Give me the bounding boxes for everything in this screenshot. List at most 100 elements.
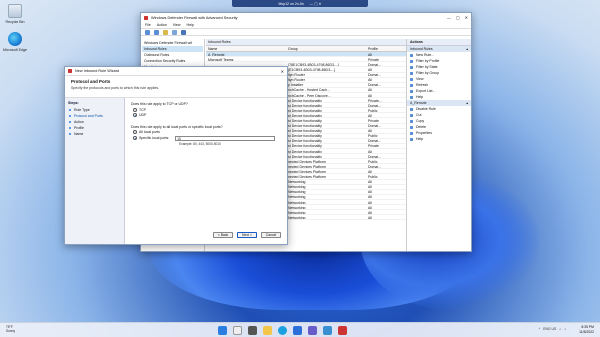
wizard-titlebar: New Inbound Rule Wizard ✕ xyxy=(65,67,287,76)
table-cell: nchCache - Hosted Cach... xyxy=(288,88,331,92)
table-cell: st Device functionality xyxy=(288,119,322,123)
chevron-up-icon[interactable]: ^ xyxy=(539,327,541,331)
ports-question: Does this rule apply to all local ports … xyxy=(131,124,223,129)
col-group[interactable]: Group xyxy=(286,46,366,51)
radio-circle[interactable] xyxy=(133,107,137,112)
wizard-buttons: < Back Next > Cancel xyxy=(213,232,281,238)
properties-icon[interactable] xyxy=(172,30,177,35)
close-icon[interactable]: ✕ xyxy=(281,69,284,74)
table-cell: Networking xyxy=(288,180,306,184)
task-view-icon[interactable] xyxy=(248,326,257,335)
table-cell: p Installer xyxy=(288,83,304,87)
table-cell: All xyxy=(368,190,372,194)
radio-circle[interactable] xyxy=(133,130,137,134)
ports-input[interactable]: 10 xyxy=(175,135,276,141)
table-cell: Networking xyxy=(288,200,306,205)
settings-icon[interactable] xyxy=(323,326,332,335)
firewall-icon xyxy=(144,15,148,20)
table-cell: Domai... xyxy=(368,62,382,67)
collapse-arrow-icon[interactable]: ▴ xyxy=(466,101,468,105)
help-icon[interactable] xyxy=(181,30,186,35)
radio-circle-selected[interactable] xyxy=(133,113,137,117)
table-cell: Microsoft Teams xyxy=(208,57,234,62)
table-cell: nected Devices Platform xyxy=(288,159,326,164)
table-cell: st Device functionality xyxy=(288,154,322,159)
table-cell: All xyxy=(368,93,372,98)
firewall-titlebar: Windows Defender Firewall with Advanced … xyxy=(141,13,471,22)
table-cell: Private xyxy=(368,144,379,148)
actions-list-rule: Disable Rule Cut Copy Delete Properties Help xyxy=(407,106,471,142)
search-icon[interactable] xyxy=(233,326,242,335)
table-cell: All xyxy=(368,149,372,154)
remote-session-controls[interactable]: — ▢ ✕ xyxy=(310,2,322,6)
desktop-icon-recycle-bin[interactable]: Recycle Bin xyxy=(2,4,28,24)
ports-example: Example: 80, 443, 5000-5010 xyxy=(179,142,221,146)
weather-widget[interactable]: 75°F Sunny xyxy=(6,325,15,333)
rules-section-title: Inbound Rules xyxy=(206,39,407,46)
close-icon[interactable]: ✕ xyxy=(465,15,468,20)
wizard-header: Protocol and Ports Specify the protocols… xyxy=(65,76,287,98)
table-cell: All xyxy=(368,52,372,57)
col-profile[interactable]: Profile xyxy=(366,46,406,51)
remote-session-bar[interactable]: Mvp12 on 2n-5n — ▢ ✕ xyxy=(232,0,368,7)
edge-icon[interactable] xyxy=(278,326,287,335)
collapse-arrow-icon[interactable]: ▴ xyxy=(466,47,468,51)
radio-circle-selected[interactable] xyxy=(133,136,137,140)
menu-action[interactable]: Action xyxy=(157,23,167,27)
col-name[interactable]: Name xyxy=(206,46,286,51)
back-button[interactable]: < Back xyxy=(213,232,233,238)
table-cell: Networking xyxy=(288,215,306,220)
volume-icon[interactable]: ♪ xyxy=(564,327,566,331)
radio-specific-ports[interactable]: Specific local ports: 10 xyxy=(133,135,281,141)
actions-list-inbound: New Rule... Filter by Profile Filter by St… xyxy=(407,52,471,100)
table-cell: All xyxy=(368,205,372,210)
menu-file[interactable]: File xyxy=(145,23,151,27)
start-icon[interactable] xyxy=(218,326,227,335)
tray-language[interactable]: ENG US xyxy=(543,327,556,331)
table-cell: All xyxy=(368,129,372,133)
table-cell: Public xyxy=(368,108,378,113)
table-cell: st Device functionality xyxy=(288,113,322,118)
taskbar-apps xyxy=(218,326,347,335)
teams-icon[interactable] xyxy=(308,326,317,335)
table-cell: Public xyxy=(368,159,378,164)
radio-all-ports[interactable]: All local ports xyxy=(133,130,281,134)
minimize-icon[interactable]: — xyxy=(447,15,451,20)
menu-help[interactable]: Help xyxy=(187,23,194,27)
folder-icon[interactable] xyxy=(163,30,168,35)
firewall-icon[interactable] xyxy=(338,326,347,335)
clock[interactable]: 8:35 PM 11/8/2022 xyxy=(579,325,594,335)
back-arrow-icon[interactable] xyxy=(145,30,150,35)
firewall-icon xyxy=(68,69,72,73)
action-item[interactable]: Help xyxy=(407,94,471,100)
desktop-icon-edge[interactable]: Microsoft Edge xyxy=(2,32,28,52)
table-cell: st Device functionality xyxy=(288,129,322,133)
table-cell: All xyxy=(368,68,372,72)
action-item[interactable]: Help xyxy=(407,136,471,142)
table-cell xyxy=(286,52,366,56)
table-cell: Private xyxy=(368,119,379,123)
menu-view[interactable]: View xyxy=(173,23,181,27)
forward-arrow-icon[interactable] xyxy=(154,30,159,35)
table-cell: st Device functionality xyxy=(288,149,322,154)
table-cell: Networking xyxy=(288,195,306,199)
store-icon[interactable] xyxy=(293,326,302,335)
actions-group-label: Inbound Rules xyxy=(410,47,433,51)
desktop-icon-label: Microsoft Edge xyxy=(3,48,27,52)
file-explorer-icon[interactable] xyxy=(263,326,272,335)
maximize-icon[interactable]: ▢ xyxy=(456,15,460,20)
steps-label: Steps: xyxy=(68,101,79,105)
wizard-close[interactable]: ✕ xyxy=(281,69,284,74)
cancel-button[interactable]: Cancel xyxy=(261,232,281,238)
radio-tcp[interactable]: TCP xyxy=(133,107,281,112)
radio-udp[interactable]: UDP xyxy=(133,113,281,117)
table-cell xyxy=(286,57,366,61)
table-cell: All xyxy=(368,185,372,189)
clock-date: 11/8/2022 xyxy=(579,330,594,334)
network-icon[interactable]: ⌂ xyxy=(559,327,561,331)
next-button[interactable]: Next > xyxy=(237,232,257,238)
table-cell: Public xyxy=(368,175,378,179)
table-cell: Domai... xyxy=(368,154,382,159)
window-controls[interactable]: — ▢ ✕ xyxy=(447,15,468,20)
taskbar: 75°F Sunny ^ ENG US ⌂ ♪ 8:35 PM 11/8/202… xyxy=(0,322,600,337)
